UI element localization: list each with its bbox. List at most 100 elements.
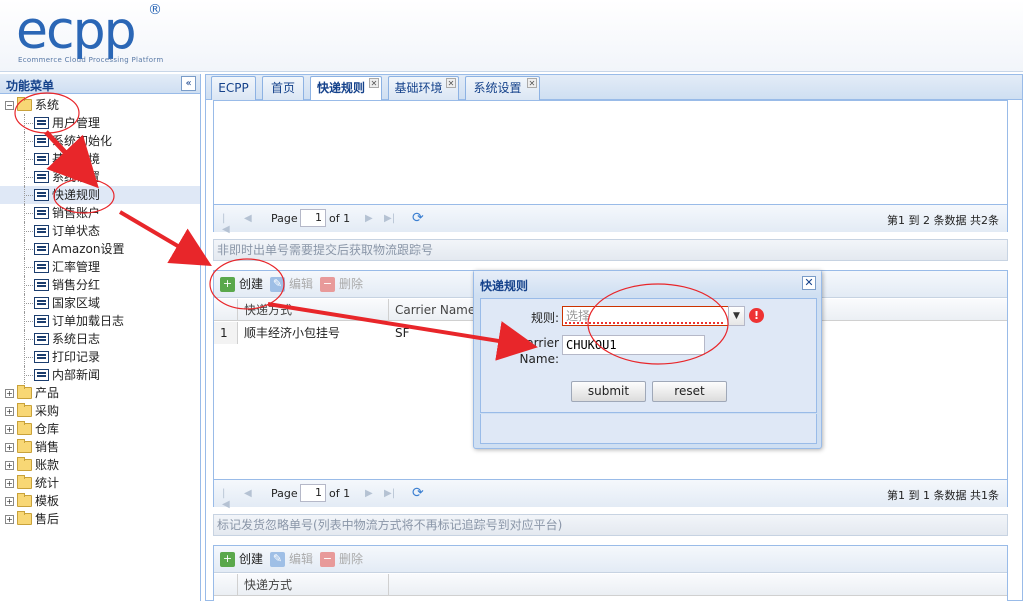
- tree-item[interactable]: 系统日志: [0, 330, 200, 348]
- tree-folder[interactable]: + 销售: [0, 438, 200, 456]
- tab-label: ECPP: [218, 81, 249, 95]
- tree-item[interactable]: 用户管理: [0, 114, 200, 132]
- tree-line: [24, 303, 33, 304]
- tree-item[interactable]: 内部新闻: [0, 366, 200, 384]
- tree-item-label: 内部新闻: [52, 368, 101, 382]
- tree-item[interactable]: 订单加载日志: [0, 312, 200, 330]
- tree-item[interactable]: 打印记录: [0, 348, 200, 366]
- expand-toggle-icon[interactable]: +: [5, 407, 14, 416]
- submit-button[interactable]: submit: [571, 381, 646, 402]
- grid-body: [214, 101, 1007, 204]
- delete-button[interactable]: − 删除: [320, 552, 363, 567]
- tree-item[interactable]: 汇率管理: [0, 258, 200, 276]
- refresh-icon[interactable]: ⟳: [412, 485, 428, 501]
- tree-folder-label: 系统: [35, 98, 60, 112]
- tree-item[interactable]: 系统初始化: [0, 132, 200, 150]
- expand-toggle-icon[interactable]: +: [5, 515, 14, 524]
- pencil-icon: ✎: [270, 277, 285, 292]
- collapse-toggle-icon[interactable]: −: [5, 101, 14, 110]
- document-icon: [34, 261, 49, 273]
- tree-item-label: 系统日志: [52, 332, 101, 346]
- tree-line: [24, 321, 33, 322]
- reset-button[interactable]: reset: [652, 381, 727, 402]
- close-icon[interactable]: ✕: [446, 78, 456, 88]
- tree-folder[interactable]: + 售后: [0, 510, 200, 528]
- tree-item[interactable]: 快递规则: [0, 186, 200, 204]
- tree-item[interactable]: 国家区域: [0, 294, 200, 312]
- tree-item-label: Amazon设置: [52, 242, 125, 256]
- tab[interactable]: 首页: [262, 76, 304, 100]
- expand-toggle-icon[interactable]: +: [5, 389, 14, 398]
- page-number-input[interactable]: 1: [300, 484, 326, 502]
- tree-item-label: 系统初始化: [52, 134, 113, 148]
- tree-item[interactable]: Amazon设置: [0, 240, 200, 258]
- expand-toggle-icon[interactable]: +: [5, 443, 14, 452]
- double-chevron-left-icon[interactable]: «: [181, 76, 196, 91]
- tree-item-label: 系统设置: [52, 170, 101, 184]
- expand-toggle-icon[interactable]: +: [5, 425, 14, 434]
- page-of-label: of 1: [329, 487, 351, 500]
- row-number-text: 1: [220, 326, 228, 340]
- tree-item-label: 打印记录: [52, 350, 101, 364]
- minus-icon: −: [320, 277, 335, 292]
- column-header[interactable]: 快递方式: [238, 574, 389, 596]
- last-page-icon[interactable]: ▶|: [384, 488, 395, 499]
- folder-icon: [17, 511, 32, 525]
- tree-folder-system[interactable]: − 系统: [0, 96, 200, 114]
- carrier-name-label-line2: Name:: [519, 352, 559, 366]
- tree-folder-label: 采购: [35, 404, 60, 418]
- first-page-icon[interactable]: |◀: [222, 488, 232, 510]
- last-page-icon[interactable]: ▶|: [384, 213, 395, 224]
- tab[interactable]: 系统设置 ✕: [465, 76, 540, 100]
- delete-button[interactable]: − 删除: [320, 277, 363, 292]
- close-icon[interactable]: ✕: [802, 276, 816, 290]
- delete-label: 删除: [339, 277, 364, 291]
- prev-page-icon[interactable]: ◀: [244, 488, 254, 499]
- document-icon: [34, 171, 49, 183]
- create-button[interactable]: + 创建: [220, 552, 263, 567]
- tree-item[interactable]: 销售分红: [0, 276, 200, 294]
- plus-icon: +: [220, 552, 235, 567]
- expand-toggle-icon[interactable]: +: [5, 461, 14, 470]
- document-icon: [34, 135, 49, 147]
- tree-folder-label: 仓库: [35, 422, 60, 436]
- pager-info: 第1 到 2 条数据 共2条: [887, 214, 999, 227]
- close-icon[interactable]: ✕: [527, 78, 537, 88]
- tab[interactable]: ECPP: [211, 76, 256, 100]
- tree-folder[interactable]: + 模板: [0, 492, 200, 510]
- tab[interactable]: 基础环境 ✕: [388, 76, 459, 100]
- dialog-header: 快递规则 ✕: [474, 271, 821, 296]
- next-page-icon[interactable]: ▶: [365, 488, 375, 499]
- tab-label: 基础环境: [394, 81, 443, 95]
- page-number-input[interactable]: 1: [300, 209, 326, 227]
- tree-folder[interactable]: + 仓库: [0, 420, 200, 438]
- tree-folder[interactable]: + 统计: [0, 474, 200, 492]
- prev-page-icon[interactable]: ◀: [244, 213, 254, 224]
- create-button[interactable]: + 创建: [220, 277, 263, 292]
- pencil-icon: ✎: [270, 552, 285, 567]
- tree-folder[interactable]: + 产品: [0, 384, 200, 402]
- tree-item[interactable]: 系统设置: [0, 168, 200, 186]
- column-header[interactable]: 快递方式: [238, 299, 389, 321]
- tab[interactable]: 快递规则 ✕: [310, 76, 382, 100]
- tree-item[interactable]: 销售账户: [0, 204, 200, 222]
- tree-line: [24, 141, 33, 142]
- close-icon[interactable]: ✕: [369, 78, 379, 88]
- refresh-icon[interactable]: ⟳: [412, 210, 428, 226]
- rownum-header: [214, 574, 238, 596]
- tree-item[interactable]: 订单状态: [0, 222, 200, 240]
- rule-select[interactable]: 选择: [562, 306, 745, 326]
- edit-button[interactable]: ✎ 编辑: [270, 552, 313, 567]
- tree-item-label: 销售账户: [52, 206, 101, 220]
- next-page-icon[interactable]: ▶: [365, 213, 375, 224]
- app-header: ecpp ® Ecommerce Cloud Processing Platfo…: [0, 0, 1023, 72]
- carrier-name-input[interactable]: CHUKOU1: [562, 335, 705, 355]
- tree-item[interactable]: 基础环境: [0, 150, 200, 168]
- first-page-icon[interactable]: |◀: [222, 213, 232, 235]
- edit-button[interactable]: ✎ 编辑: [270, 277, 313, 292]
- tree-folder[interactable]: + 采购: [0, 402, 200, 420]
- expand-toggle-icon[interactable]: +: [5, 479, 14, 488]
- tree-folder[interactable]: + 账款: [0, 456, 200, 474]
- expand-toggle-icon[interactable]: +: [5, 497, 14, 506]
- chevron-down-icon[interactable]: ▼: [728, 306, 745, 326]
